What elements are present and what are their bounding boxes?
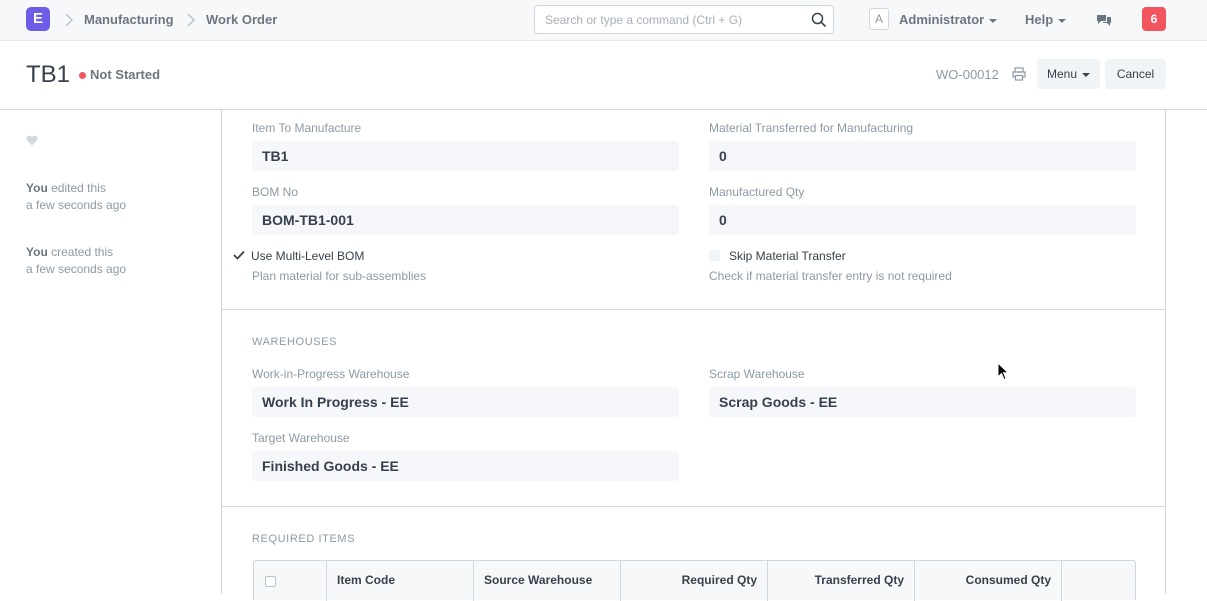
wip-warehouse-field[interactable]: Work In Progress - EE <box>252 387 679 417</box>
activity-action: edited this <box>47 181 106 195</box>
scrap-warehouse-label: Scrap Warehouse <box>709 367 805 381</box>
manufactured-qty-label: Manufactured Qty <box>709 185 805 199</box>
navbar: E Manufacturing Work Order A Administrat… <box>0 0 1207 41</box>
breadcrumb-manufacturing[interactable]: Manufacturing <box>84 12 174 27</box>
form-layout: Item To Manufacture TB1 Material Transfe… <box>221 110 1166 601</box>
caret-down-icon <box>1082 72 1091 77</box>
app-logo[interactable]: E <box>26 7 50 31</box>
manufactured-qty-field[interactable]: 0 <box>709 205 1136 235</box>
material-transferred-label: Material Transferred for Manufacturing <box>709 121 914 135</box>
help-dropdown[interactable]: Help <box>1025 12 1067 27</box>
document-name: WO-00012 <box>936 67 999 82</box>
notification-badge[interactable]: 6 <box>1142 7 1166 31</box>
item-to-manufacture-label: Item To Manufacture <box>252 121 362 135</box>
item-to-manufacture-field[interactable]: TB1 <box>252 141 679 171</box>
section-divider <box>222 309 1165 310</box>
caret-down-icon <box>989 18 998 23</box>
caret-down-icon <box>1058 18 1067 23</box>
chat-icon[interactable] <box>1096 12 1112 28</box>
page-title: TB1 <box>26 61 71 88</box>
warehouses-section-title: WAREHOUSES <box>252 336 338 348</box>
search-box <box>534 5 834 34</box>
skip-material-transfer-help: Check if material transfer entry is not … <box>709 269 952 283</box>
activity-time: a few seconds ago <box>26 262 127 276</box>
column-header-transferred-qty[interactable]: Transferred Qty <box>768 561 915 601</box>
wip-warehouse-label: Work-in-Progress Warehouse <box>252 367 410 381</box>
page-head: TB1 Not Started WO-00012 Menu Cancel <box>0 41 1207 110</box>
user-name: Administrator <box>899 12 985 27</box>
sidebar: You edited this a few seconds ago You cr… <box>0 110 221 594</box>
required-items-table: Item Code Source Warehouse Required Qty … <box>253 560 1136 601</box>
activity-time: a few seconds ago <box>26 198 127 212</box>
menu-button[interactable]: Menu <box>1037 59 1100 89</box>
chevron-right-icon <box>65 13 73 27</box>
print-icon[interactable] <box>1012 67 1026 81</box>
select-all-cell <box>254 561 327 601</box>
search-icon[interactable] <box>811 12 827 28</box>
use-multi-level-bom-label[interactable]: Use Multi-Level BOM <box>251 249 364 263</box>
bom-no-field[interactable]: BOM-TB1-001 <box>252 205 679 235</box>
column-header-source-warehouse[interactable]: Source Warehouse <box>474 561 621 601</box>
skip-material-transfer-checkbox[interactable] <box>709 250 720 261</box>
activity-user[interactable]: You <box>26 245 48 259</box>
material-transferred-field[interactable]: 0 <box>709 141 1136 171</box>
select-all-checkbox[interactable] <box>265 576 276 587</box>
heart-icon[interactable] <box>26 135 38 146</box>
use-multi-level-bom-help: Plan material for sub-assemblies <box>252 269 427 283</box>
required-items-section-title: REQUIRED ITEMS <box>252 533 356 545</box>
status-indicator <box>79 72 86 79</box>
breadcrumb-work-order[interactable]: Work Order <box>206 12 277 27</box>
bom-no-label: BOM No <box>252 185 299 199</box>
user-dropdown[interactable]: Administrator <box>899 12 998 27</box>
activity-item: You edited this a few seconds ago <box>26 180 126 214</box>
column-header-required-qty[interactable]: Required Qty <box>621 561 768 601</box>
cancel-button[interactable]: Cancel <box>1105 59 1166 89</box>
column-header-consumed-qty[interactable]: Consumed Qty <box>915 561 1062 601</box>
activity-action: created this <box>47 245 114 259</box>
checkmark-icon[interactable] <box>233 250 245 260</box>
status-badge: Not Started <box>90 67 161 82</box>
target-warehouse-field[interactable]: Finished Goods - EE <box>252 451 679 481</box>
help-label: Help <box>1025 12 1054 27</box>
activity-item: You created this a few seconds ago <box>26 244 126 278</box>
scrap-warehouse-field[interactable]: Scrap Goods - EE <box>709 387 1136 417</box>
section-divider <box>222 506 1165 507</box>
skip-material-transfer-label[interactable]: Skip Material Transfer <box>729 249 846 263</box>
column-header-item-code[interactable]: Item Code <box>327 561 474 601</box>
avatar[interactable]: A <box>869 8 889 30</box>
chevron-right-icon <box>187 13 195 27</box>
search-input[interactable] <box>535 6 805 33</box>
mouse-cursor-icon <box>997 362 1009 381</box>
menu-label: Menu <box>1046 67 1078 81</box>
activity-user[interactable]: You <box>26 181 48 195</box>
target-warehouse-label: Target Warehouse <box>252 431 350 445</box>
